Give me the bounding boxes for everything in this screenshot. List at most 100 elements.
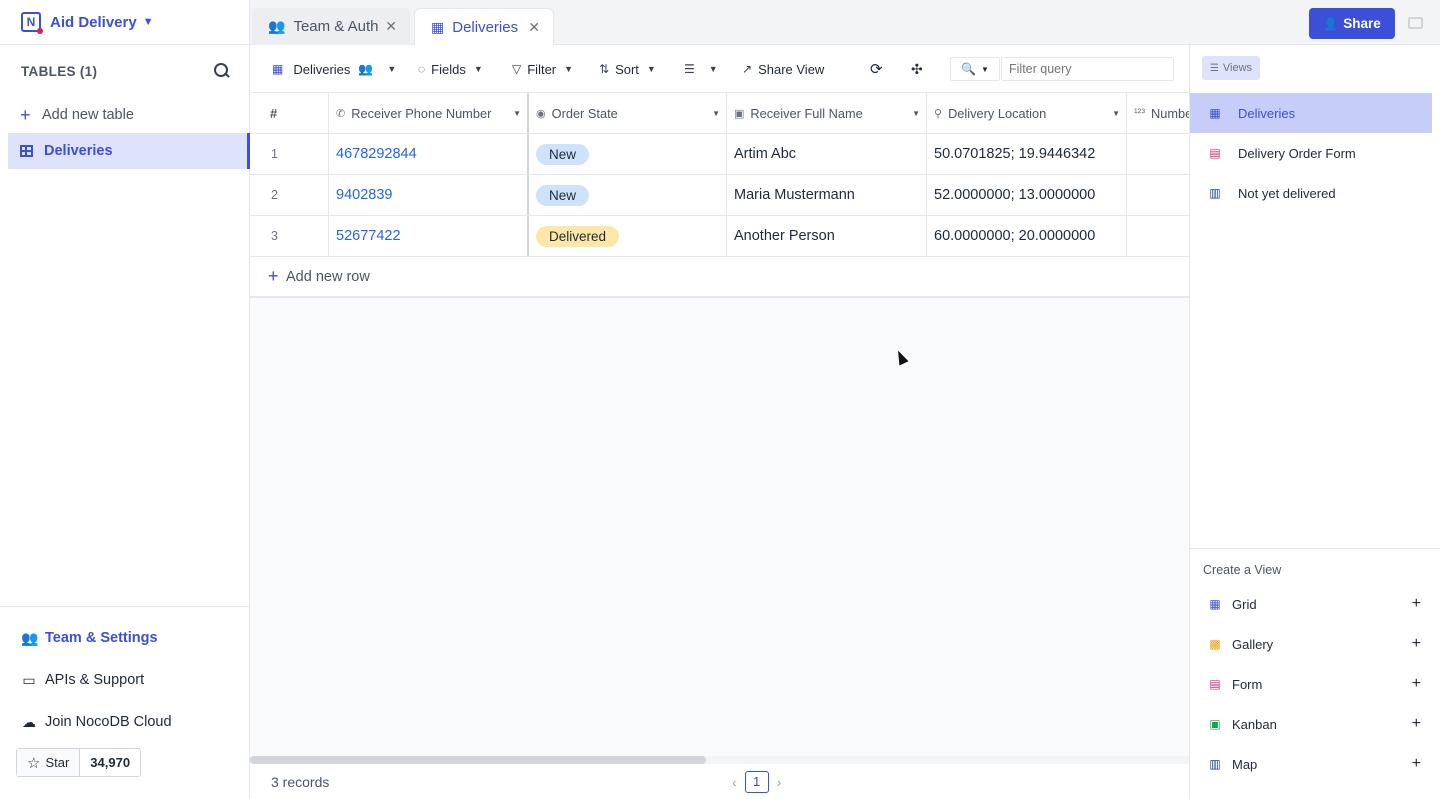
- table-row[interactable]: 1 4678292844 New Artim Abc 50.0701825; 1…: [250, 134, 1190, 175]
- create-kanban-view[interactable]: ▣ Kanban +: [1190, 704, 1440, 744]
- scrollbar-thumb[interactable]: [250, 756, 706, 764]
- tab-deliveries[interactable]: ▦ Deliveries ✕: [414, 8, 554, 46]
- chevron-down-icon[interactable]: ▼: [712, 109, 720, 118]
- views-toggle-button[interactable]: ☰ Views: [1202, 56, 1260, 80]
- star-count: 34,970: [90, 755, 131, 770]
- plus-icon[interactable]: +: [1412, 755, 1421, 773]
- chevron-down-icon[interactable]: ▼: [912, 109, 920, 118]
- name-cell[interactable]: Another Person: [727, 216, 927, 256]
- grid-icon: ▦: [272, 62, 284, 76]
- name-cell[interactable]: Maria Mustermann: [727, 175, 927, 215]
- column-header-order-state[interactable]: ◉ Order State ▼: [529, 93, 727, 133]
- order-state-cell[interactable]: Delivered: [529, 216, 727, 256]
- phone-cell[interactable]: 9402839: [329, 175, 529, 215]
- filter-query-input[interactable]: [1001, 57, 1174, 81]
- column-header-number[interactable]: ¹²³ Numbe: [1127, 93, 1190, 133]
- chevron-down-icon[interactable]: ▼: [143, 16, 154, 28]
- plus-icon[interactable]: +: [1412, 635, 1421, 653]
- plus-icon[interactable]: +: [1412, 595, 1421, 613]
- add-table-button[interactable]: + Add new table: [0, 97, 249, 133]
- add-new-row-button[interactable]: + Add new row: [250, 257, 1190, 297]
- drag-handle-icon[interactable]: ✣: [911, 45, 923, 93]
- sidebar-item-deliveries[interactable]: Deliveries: [8, 133, 250, 169]
- reload-icon[interactable]: ⟳: [870, 45, 883, 93]
- column-label: Numbe: [1151, 105, 1190, 121]
- number-cell[interactable]: [1127, 134, 1190, 174]
- join-cloud-label: Join NocoDB Cloud: [45, 714, 172, 730]
- share-button[interactable]: 👤 Share: [1309, 8, 1395, 39]
- row-number: 2: [250, 175, 329, 215]
- pagination: ‹ 1 ›: [732, 770, 782, 793]
- view-name-dropdown[interactable]: ▦ Deliveries 👥 ▼: [272, 45, 396, 93]
- column-header-full-name[interactable]: ▣ Receiver Full Name ▼: [727, 93, 927, 133]
- apis-support-label: APIs & Support: [45, 672, 145, 688]
- page-number[interactable]: 1: [744, 770, 769, 793]
- app-window: N Aid Delivery ▼ TABLES (1) + Add new ta…: [0, 0, 1440, 799]
- order-state-cell[interactable]: New: [529, 134, 727, 174]
- column-header-rownum: #: [250, 93, 329, 133]
- create-gallery-view[interactable]: ▩ Gallery +: [1190, 624, 1440, 664]
- table-row[interactable]: 3 52677422 Delivered Another Person 60.0…: [250, 216, 1190, 257]
- phone-cell[interactable]: 4678292844: [329, 134, 529, 174]
- star-button[interactable]: ☆ Star: [17, 749, 81, 776]
- status-badge: Delivered: [536, 225, 620, 247]
- project-name[interactable]: Aid Delivery: [50, 14, 137, 31]
- view-item-not-yet-delivered[interactable]: ▥ Not yet delivered: [1190, 173, 1432, 213]
- create-form-view[interactable]: ▤ Form +: [1190, 664, 1440, 704]
- create-view-label: Form: [1232, 676, 1263, 692]
- chevron-left-icon[interactable]: ‹: [732, 774, 737, 790]
- gallery-icon: ▩: [1209, 637, 1221, 651]
- team-settings-link[interactable]: 👥 Team & Settings: [0, 617, 249, 659]
- grid-icon: [20, 145, 33, 157]
- close-icon[interactable]: ✕: [385, 18, 397, 35]
- tab-team-auth[interactable]: 👥 Team & Auth ✕: [252, 8, 410, 45]
- view-item-delivery-order-form[interactable]: ▤ Delivery Order Form: [1190, 133, 1432, 173]
- number-cell[interactable]: [1127, 175, 1190, 215]
- plus-icon: +: [20, 104, 31, 125]
- search-icon[interactable]: [213, 62, 231, 80]
- column-label: Order State: [551, 105, 618, 121]
- tab-bar: 👥 Team & Auth ✕ ▦ Deliveries ✕ 👤 Share: [250, 0, 1440, 46]
- chevron-down-icon[interactable]: ▼: [513, 109, 521, 118]
- phone-cell[interactable]: 52677422: [329, 216, 529, 256]
- github-star-widget[interactable]: ☆ Star 34,970: [16, 748, 142, 777]
- star-label: Star: [45, 755, 70, 770]
- search-field-selector[interactable]: 🔍 ▼: [950, 57, 1000, 81]
- close-icon[interactable]: ✕: [528, 19, 540, 36]
- order-state-cell[interactable]: New: [529, 175, 727, 215]
- join-cloud-link[interactable]: ☁ Join NocoDB Cloud: [0, 701, 249, 743]
- location-cell[interactable]: 50.0701825; 19.9446342: [927, 134, 1127, 174]
- name-cell[interactable]: Artim Abc: [727, 134, 927, 174]
- chevron-down-icon: ▼: [564, 64, 574, 74]
- sort-label: Sort: [615, 61, 639, 77]
- chevron-down-icon[interactable]: ▼: [1112, 109, 1120, 118]
- row-height-button[interactable]: ☰ ▼: [684, 45, 718, 93]
- number-cell[interactable]: [1127, 216, 1190, 256]
- project-header[interactable]: N Aid Delivery ▼: [0, 0, 249, 45]
- filter-button[interactable]: ▽ Filter ▼: [512, 45, 573, 93]
- sort-button[interactable]: ⇅ Sort ▼: [599, 45, 656, 93]
- fields-button[interactable]: ◌ Fields ▼: [418, 45, 483, 93]
- create-grid-view[interactable]: ▦ Grid +: [1190, 584, 1440, 624]
- plus-icon[interactable]: +: [1412, 715, 1421, 733]
- location-cell[interactable]: 52.0000000; 13.0000000: [927, 175, 1127, 215]
- create-view-label: Gallery: [1232, 636, 1274, 652]
- column-header-phone[interactable]: ✆ Receiver Phone Number ▼: [329, 93, 529, 133]
- add-user-icon: 👤: [1323, 16, 1339, 31]
- chevron-down-icon: ▼: [387, 64, 397, 74]
- apis-support-link[interactable]: ▭ APIs & Support: [0, 659, 249, 701]
- location-cell[interactable]: 60.0000000; 20.0000000: [927, 216, 1127, 256]
- share-view-button[interactable]: ↗ Share View: [742, 45, 824, 93]
- plus-icon[interactable]: +: [1412, 675, 1421, 693]
- horizontal-scrollbar[interactable]: [250, 756, 1190, 764]
- status-badge: New: [536, 184, 590, 206]
- sidebar-toggle-icon[interactable]: [1408, 17, 1423, 29]
- create-view-label: Map: [1232, 756, 1258, 772]
- view-item-deliveries[interactable]: ▦ Deliveries: [1190, 93, 1432, 133]
- create-view-label: Grid: [1232, 596, 1257, 612]
- chevron-right-icon[interactable]: ›: [777, 774, 782, 790]
- grid-footer: 3 records ‹ 1 ›: [250, 764, 1190, 799]
- table-row[interactable]: 2 9402839 New Maria Mustermann 52.000000…: [250, 175, 1190, 216]
- column-header-location[interactable]: ⚲ Delivery Location ▼: [927, 93, 1127, 133]
- create-map-view[interactable]: ▥ Map +: [1190, 744, 1440, 784]
